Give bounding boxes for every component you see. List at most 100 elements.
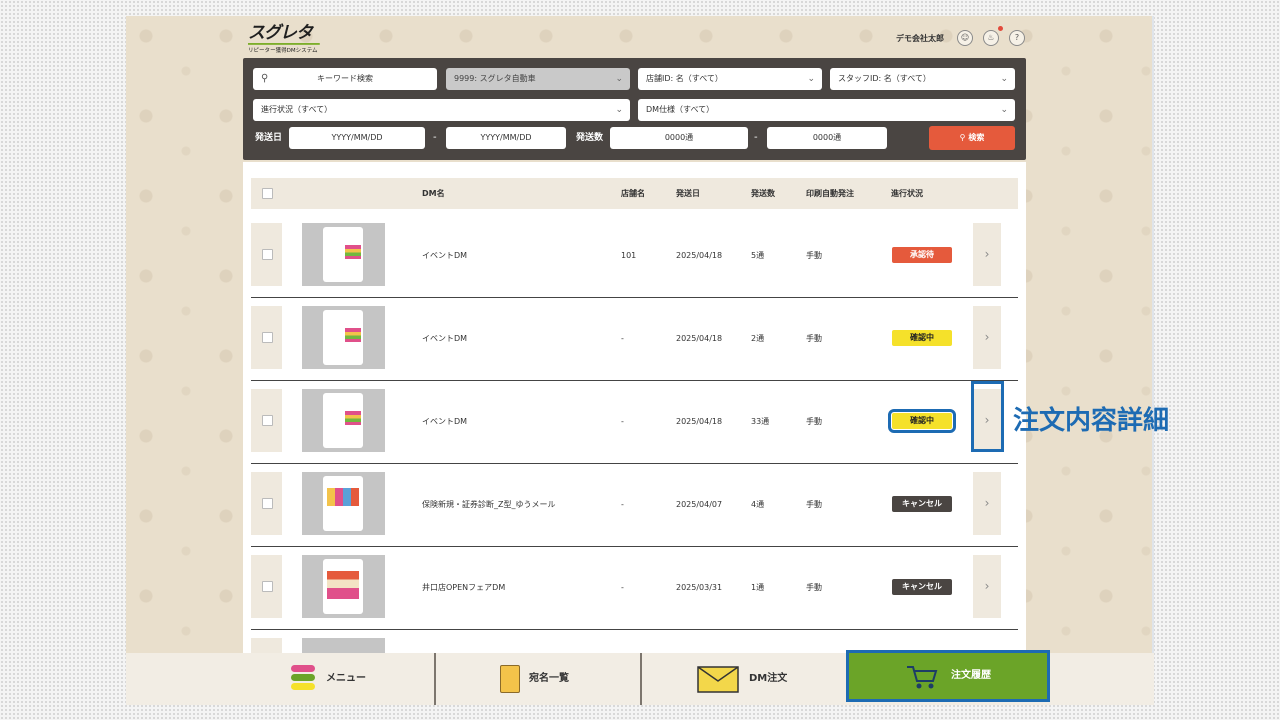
row-detail-button[interactable]: › (973, 555, 1001, 618)
nav-address-list-label: 宛名一覧 (529, 673, 569, 684)
table-row[interactable]: 井口店OPENフェアDM - 2025/03/31 1通 手動 キャンセル › (251, 546, 1018, 630)
row-send-date: 2025/04/07 (676, 500, 723, 509)
row-store: - (621, 334, 624, 343)
table-row[interactable]: イベントDM - 2025/04/18 33通 手動 確認中 › (251, 380, 1018, 464)
row-auto-order: 手動 (806, 251, 822, 260)
row-store: 101 (621, 251, 637, 260)
row-send-date: 2025/03/31 (676, 583, 723, 592)
count-from-input[interactable]: 0000通 (610, 127, 748, 149)
row-checkbox-cell (251, 306, 282, 369)
nav-menu-button[interactable]: メニュー (126, 653, 434, 705)
dm-preview-image (323, 559, 363, 614)
date-from-input[interactable]: YYYY/MM/DD (289, 127, 425, 149)
bell-icon[interactable]: ♨ (983, 30, 999, 46)
table-row[interactable]: イベントDM 101 2025/04/18 5通 手動 承認待 › (251, 214, 1018, 298)
status-select[interactable]: 進行状況（すべて） ⌄ (253, 99, 630, 121)
nav-address-list-button[interactable]: 宛名一覧 (436, 653, 640, 705)
row-send-date: 2025/04/18 (676, 417, 723, 426)
chevron-right-icon: › (984, 330, 990, 344)
dm-preview-graphic (345, 328, 361, 342)
status-badge: 承認待 (892, 247, 952, 263)
row-checkbox[interactable] (262, 332, 273, 343)
nav-dm-order-label: DM注文 (749, 673, 788, 684)
status-badge-highlighted: 確認中 (888, 409, 956, 433)
count-range-dash: - (754, 132, 758, 143)
row-detail-button[interactable]: › (973, 472, 1001, 535)
dm-thumbnail (302, 555, 385, 618)
dm-preview-graphic (345, 411, 361, 425)
store-value: 店舗ID: 名（すべて） (646, 74, 723, 83)
chevron-down-icon: ⌄ (1000, 105, 1008, 115)
status-value: 進行状況（すべて） (261, 105, 333, 114)
row-checkbox-cell (251, 555, 282, 618)
nav-order-history-label: 注文履歴 (951, 670, 991, 681)
row-checkbox[interactable] (262, 249, 273, 260)
count-from-value: 0000通 (664, 133, 694, 142)
dm-spec-select[interactable]: DM仕様（すべて） ⌄ (638, 99, 1015, 121)
account-icon[interactable]: ☺ (957, 30, 973, 46)
row-detail-button[interactable]: › (973, 223, 1001, 286)
nav-dm-order-button[interactable]: DM注文 (642, 653, 846, 705)
table-row[interactable]: イベントDM - 2025/04/18 2通 手動 確認中 › (251, 297, 1018, 381)
row-send-count: 2通 (751, 334, 765, 343)
company-value: 9999: スグレタ自動車 (454, 74, 536, 83)
column-store: 店舗名 (621, 189, 645, 198)
chevron-down-icon: ⌄ (615, 105, 623, 115)
column-send-count: 発送数 (751, 189, 775, 198)
chevron-right-icon: › (984, 579, 990, 593)
chevron-right-icon: › (984, 496, 990, 510)
send-count-label: 発送数 (576, 133, 604, 143)
dm-thumbnail (302, 389, 385, 452)
count-to-input[interactable]: 0000通 (767, 127, 887, 149)
date-from-value: YYYY/MM/DD (331, 133, 383, 142)
row-checkbox[interactable] (262, 415, 273, 426)
chevron-down-icon: ⌄ (1000, 74, 1008, 84)
table-row[interactable]: 保険新規・証券診断_Z型_ゆうメール - 2025/04/07 4通 手動 キャ… (251, 463, 1018, 547)
company-select: 9999: スグレタ自動車 ⌄ (446, 68, 630, 90)
row-store: - (621, 500, 624, 509)
send-date-label: 発送日 (255, 133, 283, 143)
keyword-placeholder: キーワード検索 (317, 74, 373, 83)
dm-thumbnail (302, 306, 385, 369)
column-status: 進行状況 (891, 189, 923, 198)
select-all-checkbox[interactable] (262, 188, 273, 199)
row-dm-name: イベントDM (422, 334, 468, 343)
logo-text: スグレタ (248, 23, 313, 43)
dm-preview-image (323, 476, 363, 531)
staff-select[interactable]: スタッフID: 名（すべて） ⌄ (830, 68, 1015, 90)
row-checkbox[interactable] (262, 498, 273, 509)
row-dm-name: 保険新規・証券診断_Z型_ゆうメール (422, 500, 556, 509)
store-select[interactable]: 店舗ID: 名（すべて） ⌄ (638, 68, 822, 90)
dm-preview-graphic (327, 488, 359, 506)
date-range-dash: - (433, 132, 437, 143)
logo-subtitle: リピーター獲得DMシステム (248, 43, 320, 54)
table-header: DM名 店舗名 発送日 発送数 印刷自動発注 進行状況 (251, 178, 1018, 209)
order-list: DM名 店舗名 発送日 発送数 印刷自動発注 進行状況 イベントDM 101 2… (243, 162, 1026, 701)
column-dm-name: DM名 (422, 189, 445, 198)
search-button[interactable]: ⚲ 検索 (929, 126, 1015, 150)
row-dm-name: 井口店OPENフェアDM (422, 583, 506, 592)
app-window: スグレタ リピーター獲得DMシステム デモ会社太郎 ☺ ♨ ? ⚲ キーワード検… (126, 16, 1154, 704)
status-badge: キャンセル (892, 496, 952, 512)
row-send-count: 4通 (751, 500, 765, 509)
row-send-date: 2025/04/18 (676, 334, 723, 343)
row-detail-button[interactable]: › (973, 306, 1001, 369)
search-button-label: 検索 (968, 133, 985, 142)
scrollbar-track[interactable] (1152, 16, 1154, 654)
envelope-icon (697, 666, 739, 693)
row-checkbox-cell (251, 389, 282, 452)
user-name: デモ会社太郎 (896, 34, 944, 43)
chevron-right-icon: › (984, 247, 990, 261)
notification-dot (998, 26, 1003, 31)
row-checkbox[interactable] (262, 581, 273, 592)
keyword-search-input[interactable]: ⚲ キーワード検索 (253, 68, 437, 90)
count-to-value: 0000通 (812, 133, 842, 142)
row-auto-order: 手動 (806, 500, 822, 509)
callout-label: 注文内容詳細 (1013, 406, 1170, 436)
nav-order-history-button[interactable]: 注文履歴 (846, 650, 1050, 702)
help-icon[interactable]: ? (1009, 30, 1025, 46)
date-to-input[interactable]: YYYY/MM/DD (446, 127, 566, 149)
column-send-date: 発送日 (676, 189, 700, 198)
app-logo[interactable]: スグレタ リピーター獲得DMシステム (248, 24, 326, 54)
row-auto-order: 手動 (806, 583, 822, 592)
